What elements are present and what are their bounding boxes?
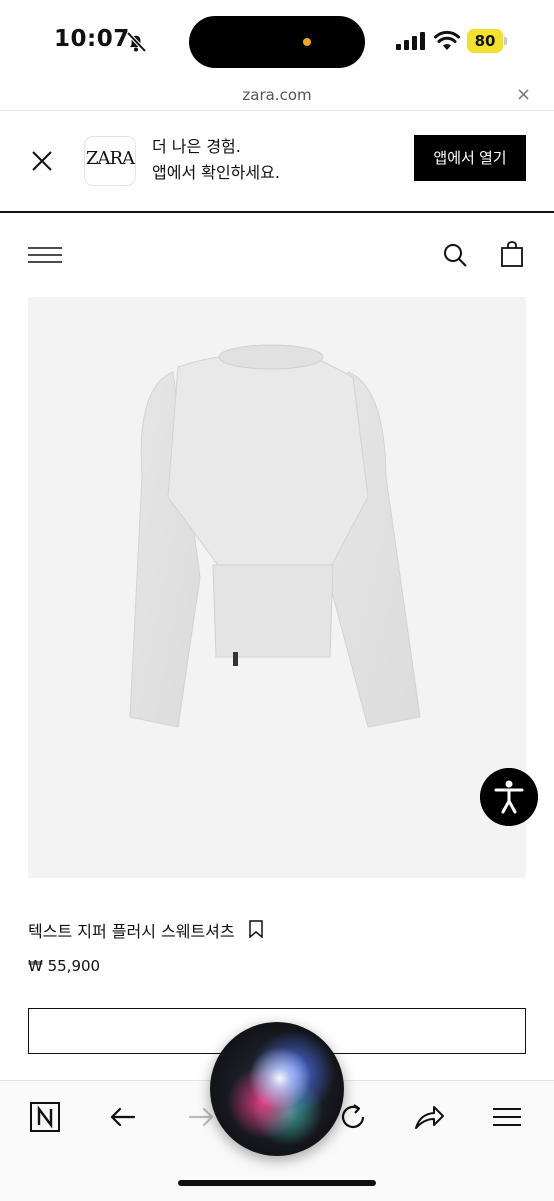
banner-subline: 앱에서 확인하세요. — [152, 163, 280, 182]
battery-cap — [504, 37, 507, 45]
zara-app-logo: ZARA — [84, 136, 136, 186]
battery-level: 80 — [474, 32, 496, 50]
banner-headline: 더 나은 경험. — [152, 137, 241, 156]
bookmark-icon[interactable] — [248, 920, 264, 938]
siri-orb — [210, 1022, 344, 1156]
close-icon[interactable] — [30, 149, 54, 173]
home-indicator[interactable] — [178, 1180, 376, 1186]
signal-icon — [396, 32, 425, 50]
n-app-icon[interactable] — [28, 1100, 62, 1134]
battery-indicator: 80 — [467, 29, 507, 53]
sweatshirt-image — [129, 344, 421, 728]
shopping-bag-icon[interactable] — [500, 241, 524, 267]
share-icon[interactable] — [412, 1100, 446, 1134]
bell-slash-icon — [126, 31, 147, 53]
dynamic-island — [189, 16, 365, 68]
tab-menu-icon[interactable] — [490, 1100, 524, 1134]
menu-icon[interactable] — [28, 246, 62, 264]
accessibility-icon[interactable] — [480, 768, 538, 826]
close-icon[interactable]: × — [516, 84, 531, 105]
status-time: 10:07 — [54, 26, 130, 52]
back-arrow-icon[interactable] — [106, 1100, 140, 1134]
app-banner: ZARA 더 나은 경험. 앱에서 확인하세요. 앱에서 열기 — [0, 111, 554, 213]
search-icon[interactable] — [442, 242, 468, 268]
url-bar[interactable]: zara.com × — [0, 80, 554, 111]
url-domain[interactable]: zara.com — [0, 86, 554, 104]
privacy-indicator-dot — [303, 38, 311, 46]
product-price: ₩ 55,900 — [28, 957, 101, 975]
wifi-icon — [434, 30, 460, 50]
zara-logo-text: ZARA — [85, 148, 135, 169]
product-image[interactable] — [28, 297, 526, 878]
open-in-app-button[interactable]: 앱에서 열기 — [414, 135, 526, 181]
product-name: 텍스트 지퍼 플러시 스웨트셔츠 — [28, 922, 235, 941]
